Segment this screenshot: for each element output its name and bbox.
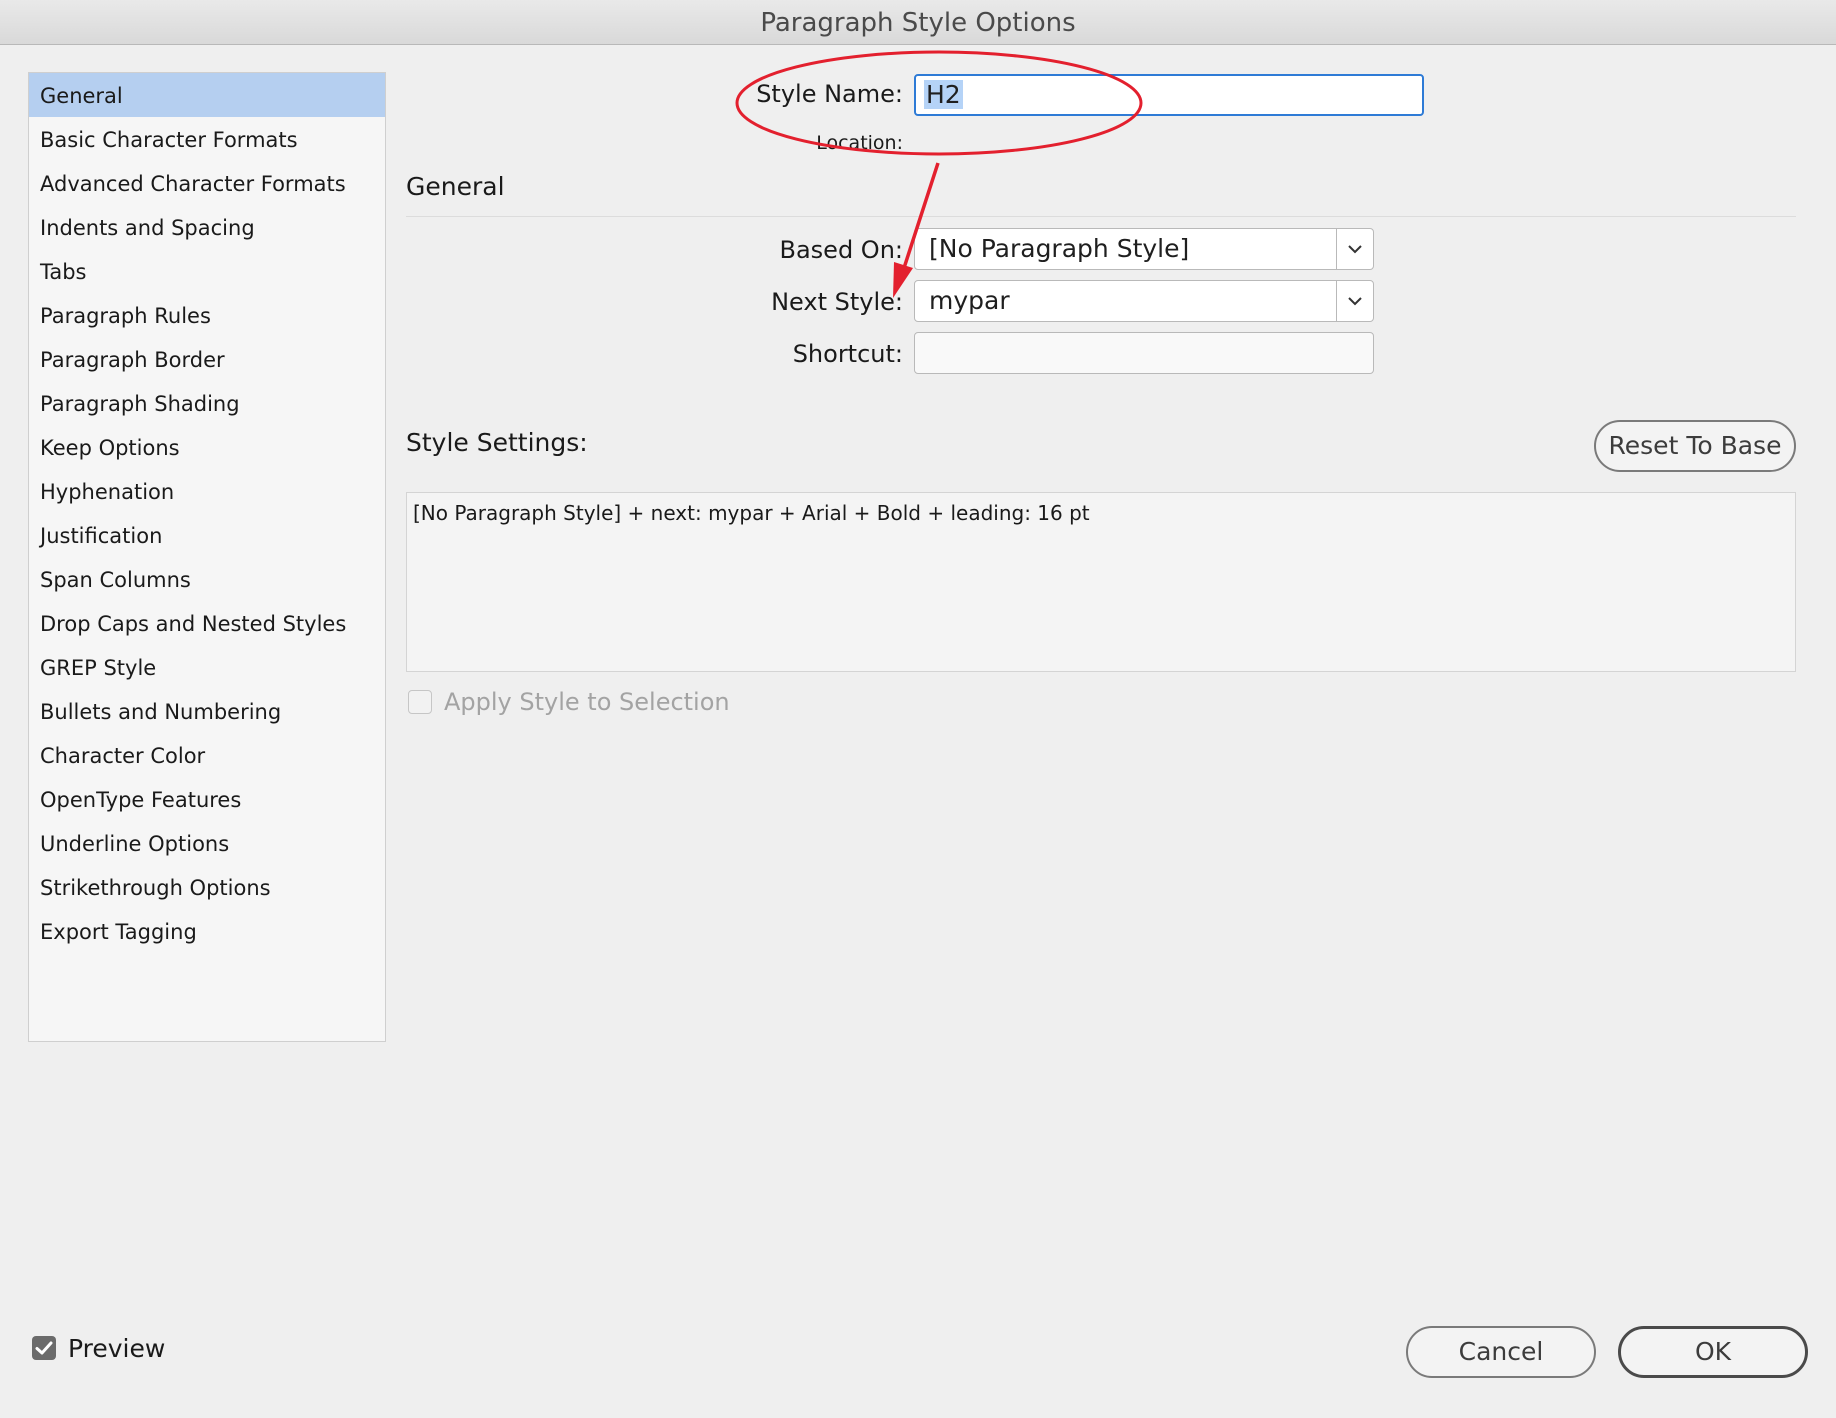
sidebar-item-opentype-features[interactable]: OpenType Features: [29, 777, 385, 821]
chevron-down-icon[interactable]: [1336, 229, 1373, 269]
sidebar-item-paragraph-border[interactable]: Paragraph Border: [29, 337, 385, 381]
sidebar-item-tabs[interactable]: Tabs: [29, 249, 385, 293]
sidebar-item-paragraph-rules[interactable]: Paragraph Rules: [29, 293, 385, 337]
sidebar-item-basic-character-formats[interactable]: Basic Character Formats: [29, 117, 385, 161]
style-name-input[interactable]: H2: [914, 74, 1424, 116]
preview-checkbox[interactable]: [32, 1336, 56, 1360]
shortcut-label: Shortcut:: [792, 340, 903, 368]
shortcut-input[interactable]: [914, 332, 1374, 374]
apply-style-checkbox[interactable]: [408, 690, 432, 714]
preview-label: Preview: [68, 1334, 166, 1363]
sidebar-item-indents-and-spacing[interactable]: Indents and Spacing: [29, 205, 385, 249]
based-on-select[interactable]: [No Paragraph Style]: [914, 228, 1374, 270]
next-style-value: mypar: [929, 286, 1010, 315]
sidebar-item-strikethrough-options[interactable]: Strikethrough Options: [29, 865, 385, 909]
cancel-button[interactable]: Cancel: [1406, 1326, 1596, 1378]
window-title: Paragraph Style Options: [0, 0, 1836, 45]
sidebar-item-justification[interactable]: Justification: [29, 513, 385, 557]
sidebar-item-keep-options[interactable]: Keep Options: [29, 425, 385, 469]
style-settings-label: Style Settings:: [406, 428, 588, 457]
chevron-down-icon[interactable]: [1336, 281, 1373, 321]
style-name-label: Style Name:: [756, 80, 903, 108]
section-divider: [406, 216, 1796, 217]
sidebar-item-underline-options[interactable]: Underline Options: [29, 821, 385, 865]
sidebar-item-drop-caps-nested-styles[interactable]: Drop Caps and Nested Styles: [29, 601, 385, 645]
sidebar-item-bullets-numbering[interactable]: Bullets and Numbering: [29, 689, 385, 733]
sidebar-item-export-tagging[interactable]: Export Tagging: [29, 909, 385, 953]
location-label: Location:: [816, 132, 903, 154]
sidebar-item-span-columns[interactable]: Span Columns: [29, 557, 385, 601]
style-name-value: H2: [924, 80, 963, 109]
sidebar-item-grep-style[interactable]: GREP Style: [29, 645, 385, 689]
reset-to-base-button[interactable]: Reset To Base: [1594, 420, 1796, 472]
ok-button[interactable]: OK: [1618, 1326, 1808, 1378]
sidebar-item-general[interactable]: General: [29, 73, 385, 117]
next-style-select[interactable]: mypar: [914, 280, 1374, 322]
apply-style-label: Apply Style to Selection: [444, 688, 730, 716]
based-on-value: [No Paragraph Style]: [929, 234, 1190, 263]
sidebar-item-advanced-character-formats[interactable]: Advanced Character Formats: [29, 161, 385, 205]
based-on-label: Based On:: [779, 236, 904, 264]
sidebar-item-hyphenation[interactable]: Hyphenation: [29, 469, 385, 513]
checkmark-icon: [35, 1341, 53, 1355]
next-style-label: Next Style:: [771, 288, 903, 316]
style-settings-description: [No Paragraph Style] + next: mypar + Ari…: [406, 492, 1796, 672]
section-title: General: [406, 172, 505, 201]
category-sidebar: General Basic Character Formats Advanced…: [28, 72, 386, 1042]
sidebar-item-paragraph-shading[interactable]: Paragraph Shading: [29, 381, 385, 425]
sidebar-item-character-color[interactable]: Character Color: [29, 733, 385, 777]
